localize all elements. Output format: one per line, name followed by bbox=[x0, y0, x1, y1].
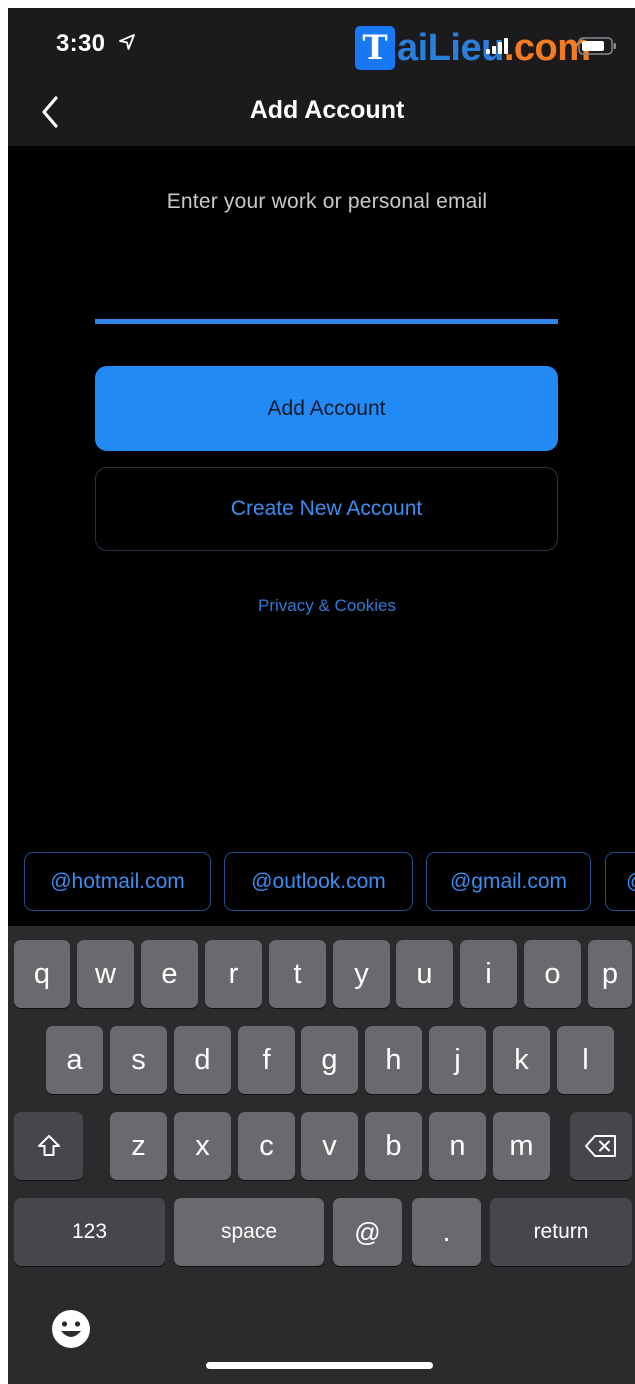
key-n[interactable]: n bbox=[429, 1112, 486, 1180]
shift-icon bbox=[37, 1135, 60, 1156]
add-account-button[interactable]: Add Account bbox=[95, 366, 558, 451]
key-a[interactable]: a bbox=[46, 1026, 103, 1094]
create-new-account-button[interactable]: Create New Account bbox=[95, 467, 558, 551]
key-z[interactable]: z bbox=[110, 1112, 167, 1180]
key-m[interactable]: m bbox=[493, 1112, 550, 1180]
nav-bar: Add Account bbox=[8, 78, 635, 146]
emoji-icon[interactable] bbox=[50, 1308, 92, 1350]
key-s[interactable]: s bbox=[110, 1026, 167, 1094]
privacy-cookies-link[interactable]: Privacy & Cookies bbox=[8, 596, 635, 616]
suggestion-chip-partial[interactable]: @ bbox=[605, 852, 635, 911]
delete-icon bbox=[585, 1135, 616, 1157]
key-h[interactable]: h bbox=[365, 1026, 422, 1094]
app-screen: 3:30 T aiLieu.com Add Account Enter your… bbox=[8, 8, 635, 1384]
at-key[interactable]: @ bbox=[333, 1198, 402, 1266]
watermark-box-letter: T bbox=[355, 26, 395, 70]
suggestion-chip-gmail[interactable]: @gmail.com bbox=[426, 852, 591, 911]
numbers-key[interactable]: 123 bbox=[14, 1198, 165, 1266]
signal-icon bbox=[486, 38, 508, 54]
location-arrow-icon bbox=[119, 34, 135, 50]
shift-key[interactable] bbox=[14, 1112, 83, 1180]
battery-icon bbox=[578, 37, 616, 55]
email-prompt: Enter your work or personal email bbox=[166, 190, 488, 213]
key-u[interactable]: u bbox=[396, 940, 453, 1008]
key-b[interactable]: b bbox=[365, 1112, 422, 1180]
key-g[interactable]: g bbox=[301, 1026, 358, 1094]
key-c[interactable]: c bbox=[238, 1112, 295, 1180]
key-f[interactable]: f bbox=[238, 1026, 295, 1094]
key-v[interactable]: v bbox=[301, 1112, 358, 1180]
space-key[interactable]: space bbox=[174, 1198, 324, 1266]
page-title: Add Account bbox=[249, 96, 405, 124]
status-time: 3:30 bbox=[56, 30, 106, 57]
key-i[interactable]: i bbox=[460, 940, 517, 1008]
key-l[interactable]: l bbox=[557, 1026, 614, 1094]
key-r[interactable]: r bbox=[205, 940, 262, 1008]
key-p[interactable]: p bbox=[588, 940, 632, 1008]
watermark-logo: T aiLieu.com bbox=[355, 22, 591, 74]
key-y[interactable]: y bbox=[333, 940, 390, 1008]
key-k[interactable]: k bbox=[493, 1026, 550, 1094]
key-d[interactable]: d bbox=[174, 1026, 231, 1094]
email-field[interactable] bbox=[95, 258, 558, 324]
key-j[interactable]: j bbox=[429, 1026, 486, 1094]
key-q[interactable]: q bbox=[14, 940, 70, 1008]
dot-key[interactable]: . bbox=[412, 1198, 481, 1266]
delete-key[interactable] bbox=[570, 1112, 632, 1180]
key-t[interactable]: t bbox=[269, 940, 326, 1008]
key-x[interactable]: x bbox=[174, 1112, 231, 1180]
key-e[interactable]: e bbox=[141, 940, 198, 1008]
key-o[interactable]: o bbox=[524, 940, 581, 1008]
status-bar: 3:30 T aiLieu.com bbox=[8, 8, 635, 78]
key-w[interactable]: w bbox=[77, 940, 134, 1008]
home-indicator[interactable] bbox=[206, 1362, 433, 1369]
return-key[interactable]: return bbox=[490, 1198, 632, 1266]
suggestion-chip-hotmail[interactable]: @hotmail.com bbox=[24, 852, 211, 911]
suggestion-chip-outlook[interactable]: @outlook.com bbox=[224, 852, 413, 911]
